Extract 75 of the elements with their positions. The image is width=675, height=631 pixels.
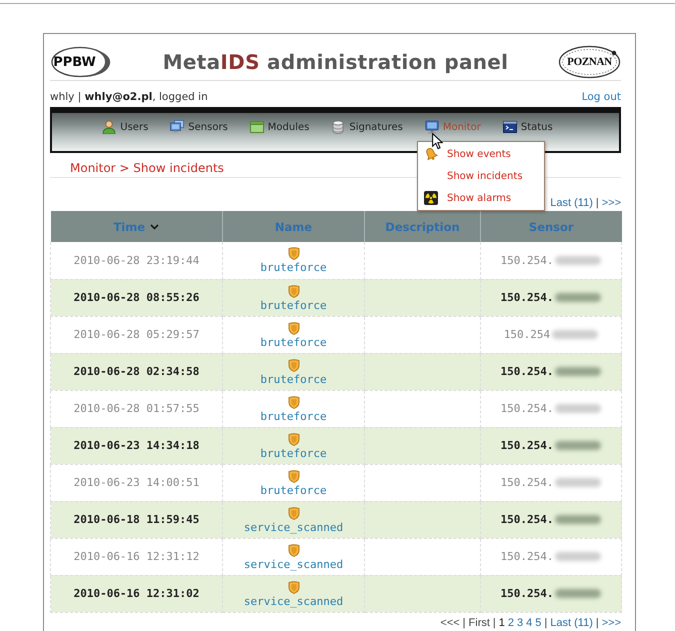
pagination-link[interactable]: >>> [602,616,621,628]
bell-icon [424,147,438,161]
incident-link[interactable]: bruteforce [260,446,327,460]
logout-link[interactable]: Log out [582,91,621,103]
sensor-address: 150.254. [500,365,554,378]
page-link[interactable]: 1 [498,616,505,628]
nav-item[interactable]: Signatures [331,120,403,134]
redaction-blur [555,404,602,413]
login-status: whly | whly@o2.pl, logged in [50,91,208,103]
redaction-blur [555,293,602,302]
chevron-down-icon [150,224,160,230]
time-cell: 2010-06-16 12:31:02 [50,575,222,612]
monitor-icon [424,120,439,134]
sensor-address: 150.254. [500,439,554,452]
shield-icon [288,358,300,372]
window-icon [250,120,264,134]
shield-icon [288,580,300,594]
nav-item[interactable]: Users [102,120,148,134]
sensor-address: 150.254. [500,587,554,600]
incident-link[interactable]: bruteforce [260,484,327,496]
panel-title: MetaIDS administration panel [162,50,510,74]
sensor-address: 150.254. [500,476,554,489]
sensor-address: 150.254. [500,254,554,267]
pagination-separator: | [596,197,599,209]
computer-icon [170,120,184,134]
shield-icon [288,247,300,260]
sensor-address: 150.254. [500,550,554,563]
pagination-separator: | [544,616,548,628]
shield-icon [288,432,300,446]
menu-item[interactable]: Show alarms [418,187,544,209]
redaction-blur [555,441,602,450]
page-link[interactable]: 4 [526,616,532,628]
redaction-blur [555,552,602,561]
sensor-address: 150.254. [500,402,554,415]
logo: POZNAN [558,45,621,79]
shield-icon [288,284,300,298]
shield-icon [288,322,300,334]
page-link[interactable]: 2 [508,616,514,628]
incident-link[interactable]: bruteforce [260,372,327,386]
redaction-blur [555,367,602,376]
shield-icon [288,470,300,482]
pagination-separator: | [596,616,599,628]
sensor-address: 150.254 [504,328,550,341]
incident-link[interactable]: bruteforce [260,410,327,422]
pagination-link[interactable]: Last (11) [550,616,593,628]
menu-item[interactable]: Show incidents [418,165,544,187]
pagination-separator: | [462,616,466,628]
sensor-address: 150.254. [500,291,554,304]
terminal-icon [502,120,517,134]
nav-item[interactable]: Status [502,120,553,134]
pagination-link[interactable]: Last (11) [550,197,593,209]
pagination-separator: | [492,616,496,628]
nav-item[interactable]: Sensors [170,120,228,134]
database-icon [331,120,346,134]
nav-item[interactable]: Modules [250,120,310,134]
redaction-blur [555,256,602,265]
sensor-address: 150.254. [500,513,554,526]
radiation-icon [424,191,438,205]
shield-icon [288,544,300,556]
logo: PPBW [50,45,113,79]
pagination-link[interactable]: >>> [602,197,621,209]
redaction-blur [555,589,602,598]
redaction-blur [555,478,602,487]
menu-item[interactable]: Show events [418,143,544,165]
page-link[interactable]: 3 [517,616,524,628]
redaction-blur [552,330,598,339]
page-link[interactable]: 5 [535,616,542,628]
incident-link[interactable]: bruteforce [260,336,327,348]
shield-icon [288,396,300,408]
redaction-blur [555,515,602,524]
incident-link[interactable]: bruteforce [260,298,327,312]
shield-icon [288,506,300,520]
user-icon [102,120,116,134]
incident-link[interactable]: bruteforce [260,261,327,274]
breadcrumb: Monitor > Show incidents [70,161,224,175]
